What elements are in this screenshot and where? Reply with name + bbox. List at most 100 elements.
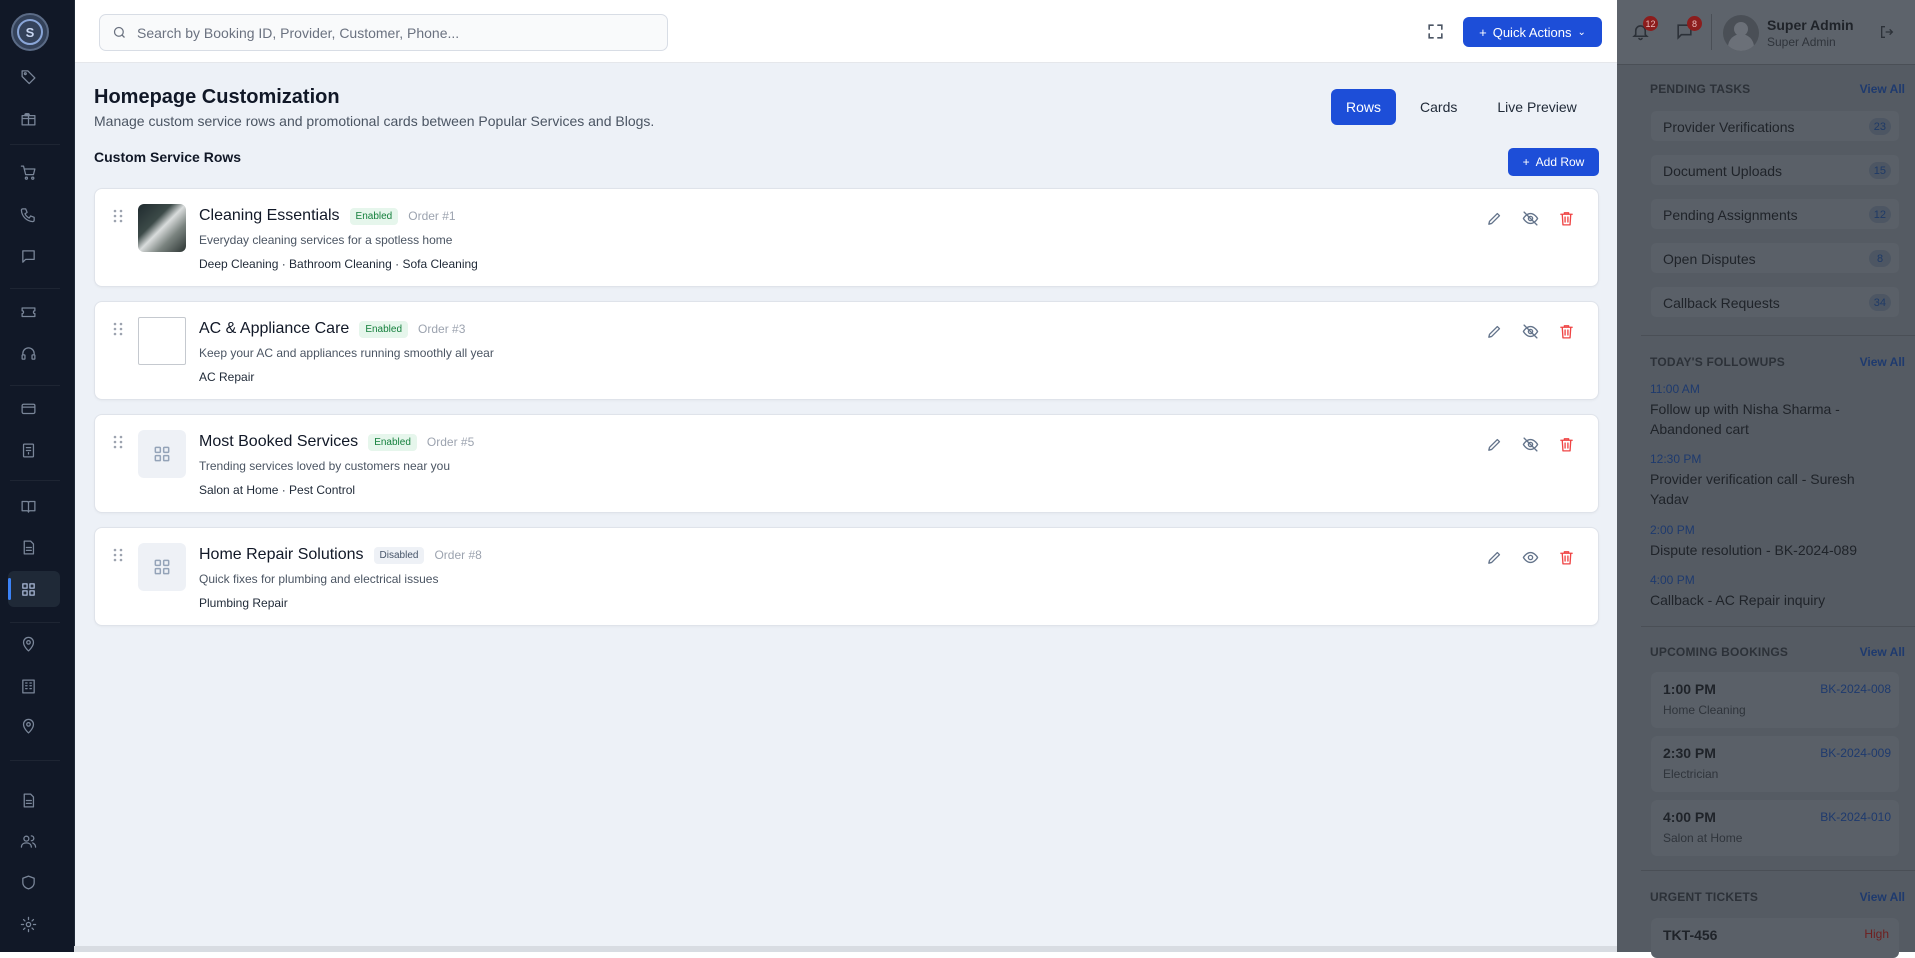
edit-icon[interactable] — [1486, 549, 1504, 567]
task-count: 23 — [1868, 118, 1891, 135]
drag-handle-icon[interactable] — [113, 548, 123, 562]
avatar[interactable] — [1723, 15, 1759, 51]
document-icon[interactable] — [18, 537, 38, 557]
service-row: Home Repair Solutions Disabled Order #8 … — [94, 527, 1599, 626]
eye-icon[interactable] — [1522, 549, 1540, 567]
shield-icon[interactable] — [18, 872, 38, 892]
booking-id[interactable]: BK-2024-009 — [1820, 746, 1891, 760]
app-logo[interactable]: S — [11, 13, 49, 51]
followups-title: TODAY'S FOLLOWUPS — [1650, 355, 1785, 369]
logout-icon[interactable] — [1879, 24, 1895, 45]
booking-time: 2:30 PM — [1663, 745, 1716, 761]
grid-icon — [154, 446, 170, 462]
booking-service: Home Cleaning — [1663, 703, 1746, 717]
book-icon[interactable] — [18, 496, 38, 516]
trash-icon[interactable] — [1558, 549, 1576, 567]
booking-service: Salon at Home — [1663, 831, 1743, 845]
tickets-view-all[interactable]: View All — [1860, 890, 1905, 904]
pending-tasks-view-all[interactable]: View All — [1860, 82, 1905, 96]
search-input[interactable] — [137, 24, 637, 41]
credit-card-icon[interactable] — [18, 398, 38, 418]
tag-icon[interactable] — [18, 66, 38, 86]
row-description: Everyday cleaning services for a spotles… — [199, 233, 453, 247]
followup-text[interactable]: Provider verification call - Suresh Yada… — [1650, 469, 1890, 509]
edit-icon[interactable] — [1486, 436, 1504, 454]
bell-icon[interactable]: 12 — [1631, 16, 1658, 46]
trash-icon[interactable] — [1558, 323, 1576, 341]
trash-icon[interactable] — [1558, 210, 1576, 228]
edit-icon[interactable] — [1486, 323, 1504, 341]
task-label: Provider Verifications — [1663, 119, 1795, 135]
list-item[interactable]: Provider Verifications 23 — [1651, 111, 1899, 141]
followup-text[interactable]: Dispute resolution - BK-2024-089 — [1650, 540, 1890, 560]
list-item[interactable]: Pending Assignments 12 — [1651, 199, 1899, 229]
task-label: Open Disputes — [1663, 251, 1756, 267]
view-tabs: Rows Cards Live Preview — [1331, 89, 1593, 125]
list-item[interactable]: Open Disputes 8 — [1651, 243, 1899, 273]
file-text-icon[interactable] — [18, 790, 38, 810]
followups-view-all[interactable]: View All — [1860, 355, 1905, 369]
map-pin-icon[interactable] — [18, 716, 38, 736]
eye-off-icon[interactable] — [1522, 436, 1540, 454]
booking-item[interactable]: 1:00 PM Home Cleaning BK-2024-008 — [1651, 672, 1899, 728]
row-order: Order #1 — [408, 209, 456, 223]
tab-live-preview[interactable]: Live Preview — [1481, 89, 1592, 125]
row-title: Most Booked Services — [199, 433, 359, 450]
top-bar: + Quick Actions ⌄ — [75, 0, 1618, 63]
right-panel: 12 8 Super Admin Super Admin PENDING TAS… — [1617, 0, 1915, 958]
trash-icon[interactable] — [1558, 436, 1576, 454]
list-item[interactable]: Document Uploads 15 — [1651, 155, 1899, 185]
bottom-divider — [74, 946, 1617, 952]
cart-icon[interactable] — [18, 162, 38, 182]
booking-id[interactable]: BK-2024-010 — [1820, 810, 1891, 824]
followup-text[interactable]: Callback - AC Repair inquiry — [1650, 590, 1890, 610]
task-count: 15 — [1868, 162, 1891, 179]
drag-handle-icon[interactable] — [113, 209, 123, 223]
add-row-label: Add Row — [1535, 155, 1585, 169]
row-order: Order #3 — [418, 322, 466, 336]
row-title: Home Repair Solutions — [199, 546, 364, 563]
eye-off-icon[interactable] — [1522, 323, 1540, 341]
tab-cards[interactable]: Cards — [1404, 89, 1473, 125]
plus-icon: + — [1479, 24, 1487, 40]
booking-item[interactable]: 2:30 PM Electrician BK-2024-009 — [1651, 736, 1899, 792]
status-badge: Enabled — [349, 207, 399, 225]
gift-icon[interactable] — [18, 108, 38, 128]
location-pin-icon[interactable] — [18, 634, 38, 654]
followup-text[interactable]: Follow up with Nisha Sharma - Abandoned … — [1650, 399, 1890, 439]
building-icon[interactable] — [18, 676, 38, 696]
page-title: Homepage Customization — [94, 86, 340, 108]
bookings-view-all[interactable]: View All — [1860, 645, 1905, 659]
booking-time: 4:00 PM — [1663, 809, 1716, 825]
eye-off-icon[interactable] — [1522, 210, 1540, 228]
phone-icon[interactable] — [18, 204, 38, 224]
booking-id[interactable]: BK-2024-008 — [1820, 682, 1891, 696]
drag-handle-icon[interactable] — [113, 322, 123, 336]
status-badge: Enabled — [368, 433, 417, 451]
message-icon[interactable]: 8 — [1675, 16, 1702, 46]
ticket-item[interactable]: TKT-456 High — [1651, 918, 1899, 958]
grid-icon — [154, 559, 170, 575]
search-box[interactable] — [99, 14, 668, 51]
drag-handle-icon[interactable] — [113, 435, 123, 449]
fullscreen-icon[interactable] — [1426, 22, 1446, 42]
task-label: Document Uploads — [1663, 163, 1783, 179]
headset-icon[interactable] — [18, 343, 38, 363]
tab-rows[interactable]: Rows — [1331, 89, 1397, 125]
edit-icon[interactable] — [1486, 210, 1504, 228]
row-order: Order #8 — [434, 548, 482, 562]
search-icon — [113, 26, 125, 38]
add-row-button[interactable]: + Add Row — [1508, 148, 1599, 176]
service-row: Cleaning Essentials Enabled Order #1 Eve… — [94, 188, 1599, 287]
quick-actions-button[interactable]: + Quick Actions ⌄ — [1463, 17, 1602, 47]
list-item[interactable]: Callback Requests 34 — [1651, 287, 1899, 317]
grid-icon[interactable] — [18, 579, 38, 599]
ticket-icon[interactable] — [18, 301, 38, 321]
booking-item[interactable]: 4:00 PM Salon at Home BK-2024-010 — [1651, 800, 1899, 856]
users-icon[interactable] — [18, 831, 38, 851]
settings-icon[interactable] — [18, 914, 38, 934]
receipt-icon[interactable] — [18, 440, 38, 460]
row-title: Cleaning Essentials — [199, 207, 340, 224]
chat-icon[interactable] — [18, 246, 38, 266]
row-title: AC & Appliance Care — [199, 320, 350, 337]
